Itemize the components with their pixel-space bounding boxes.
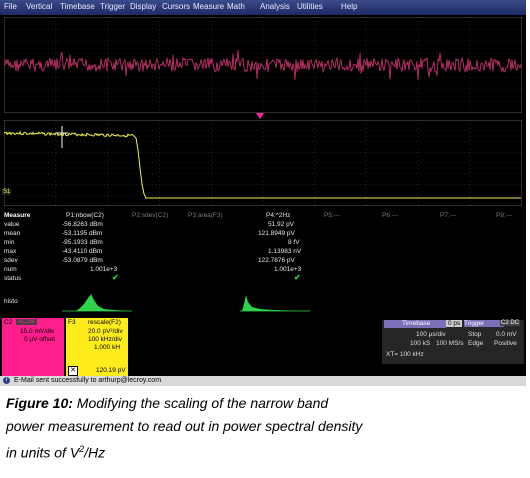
menu-item-utilities[interactable]: Utilities <box>297 2 323 11</box>
c2-descriptor[interactable]: C2 AC1M 15.0 mV/div 0 µV offset <box>2 318 64 376</box>
p4-value: 51.92 pV <box>268 221 295 228</box>
trigger-slope: Positive <box>494 340 517 347</box>
c2-vdiv: 15.0 mV/div <box>20 328 55 335</box>
channel-descriptor-area: C2 AC1M 15.0 mV/div 0 µV offset F3 resca… <box>0 318 526 376</box>
row-label: max <box>4 248 17 255</box>
menu-item-help[interactable]: Help <box>341 2 357 11</box>
timebase-label: Timebase <box>384 320 446 328</box>
f3-descriptor[interactable]: F3 rescale(F2) 20.0 pV²/div 100 kHz/div … <box>66 318 128 376</box>
row-label: value <box>4 221 20 228</box>
f3-vdiv: 20.0 pV²/div <box>88 328 123 335</box>
f3-label: F3 <box>68 319 76 326</box>
p4-max: 1.13983 nV <box>268 248 302 255</box>
measurement-table: Measure P1:nbow(C2) P2:sdev(C2) P3:area(… <box>0 212 526 316</box>
zoom-icon[interactable]: ✕ <box>68 366 78 376</box>
row-label: num <box>4 266 17 273</box>
menu-item-display[interactable]: Display <box>130 2 156 11</box>
xt-frequency: XT= 100 kHz <box>386 351 424 358</box>
menu-item-cursors[interactable]: Cursors <box>162 2 190 11</box>
row-label: min <box>4 239 15 246</box>
p1-num: 1.001e+3 <box>90 266 118 273</box>
row-label: mean <box>4 230 21 237</box>
trigger-label: Trigger <box>464 320 504 327</box>
oscilloscope-screen: File Vertical Timebase Trigger Display Cursor… <box>0 0 526 386</box>
c2-label: C2 <box>4 319 13 326</box>
p4-min: 8 fV <box>288 239 300 246</box>
menu-bar: File Vertical Timebase Trigger Display Cursor… <box>0 0 526 15</box>
row-label: sdev <box>4 257 18 264</box>
p4-sdev: 122.7876 pV <box>258 257 295 264</box>
row-label: histo <box>4 298 18 305</box>
p1-histogram <box>62 294 132 312</box>
p4-status-check-icon: ✔ <box>294 273 301 282</box>
info-icon: i <box>3 377 10 384</box>
psd-trace <box>4 130 521 199</box>
tb-time-per-div: 100 µs/div <box>416 331 446 338</box>
f3-name: rescale(F2) <box>88 319 121 326</box>
f3-footer: 120.19 pV <box>96 367 126 374</box>
figure-number: Figure 10: <box>6 395 73 411</box>
header-p4[interactable]: P4:^2Hz <box>266 212 290 219</box>
trigger-type: Edge <box>468 340 484 347</box>
caption-line-3-prefix: in units of V <box>6 444 80 461</box>
measure-title: Measure <box>4 212 31 219</box>
lower-waveform-grid: S1 <box>2 120 522 206</box>
p1-min: -95.1933 dBm <box>62 239 103 246</box>
c2-offset: 0 µV offset <box>24 336 56 343</box>
tb-sample-rate: 100 MS/s <box>436 340 464 347</box>
f3-hdiv: 100 kHz/div <box>88 336 122 343</box>
menu-item-trigger[interactable]: Trigger <box>100 2 125 11</box>
header-p6[interactable]: P6:--- <box>382 212 398 219</box>
header-p8[interactable]: P8:--- <box>496 212 512 219</box>
caption-line-1: Modifying the scaling of the narrow band <box>72 395 329 411</box>
c2-coupling-tag: AC1M <box>16 319 37 325</box>
upper-grid-svg <box>4 17 522 113</box>
upper-waveform-grid <box>4 17 522 113</box>
menu-item-timebase[interactable]: Timebase <box>60 2 95 11</box>
p1-mean: -53.1195 dBm <box>62 230 103 237</box>
p1-sdev: -53.0879 dBm <box>62 257 103 264</box>
p4-mean: 121.8949 pV <box>258 230 295 237</box>
p4-num: 1.001e+3 <box>274 266 302 273</box>
header-p1[interactable]: P1:nbow(C2) <box>66 212 104 219</box>
menu-item-analysis[interactable]: Analysis <box>260 2 290 11</box>
menu-item-file[interactable]: File <box>4 2 17 11</box>
p1-status-check-icon: ✔ <box>112 273 119 282</box>
caption-line-3-suffix: /Hz <box>84 444 106 461</box>
menu-item-measure[interactable]: Measure <box>193 2 224 11</box>
f3-center: 1.000 kH <box>94 344 121 351</box>
header-p5[interactable]: P5:--- <box>324 212 340 219</box>
timebase-delay: 0 ps <box>446 320 463 327</box>
menu-item-vertical[interactable]: Vertical <box>26 2 52 11</box>
status-message: E-Mail sent successfully to arthurp@lecr… <box>14 377 162 384</box>
row-label: status <box>4 275 22 282</box>
ground-marker-s1: S1 <box>2 189 12 195</box>
status-bar: i E-Mail sent successfully to arthurp@le… <box>0 376 526 386</box>
header-p2[interactable]: P2:sdev(C2) <box>132 212 168 219</box>
trigger-level: 0.0 mV <box>496 331 517 338</box>
caption-line-2: power measurement to read out in power s… <box>6 418 363 434</box>
header-p3[interactable]: P3:area(F3) <box>188 212 223 219</box>
timebase-descriptor[interactable]: Timebase 0 ps Trigger C2 DC 100 µs/div S… <box>382 320 524 364</box>
p4-histogram <box>240 295 310 312</box>
p1-max: -43.4110 dBm <box>62 248 103 255</box>
trigger-mode: Stop <box>468 331 482 338</box>
menu-item-math[interactable]: Math <box>227 2 245 11</box>
figure-caption: Figure 10: Modifying the scaling of the … <box>6 392 526 465</box>
tb-samples: 100 kS <box>410 340 431 347</box>
trigger-marker <box>256 113 264 119</box>
header-p7[interactable]: P7:--- <box>440 212 456 219</box>
lower-grid-svg <box>4 120 522 206</box>
p1-value: -56.8263 dBm <box>62 221 103 228</box>
trigger-tag: C2 DC <box>500 320 521 326</box>
